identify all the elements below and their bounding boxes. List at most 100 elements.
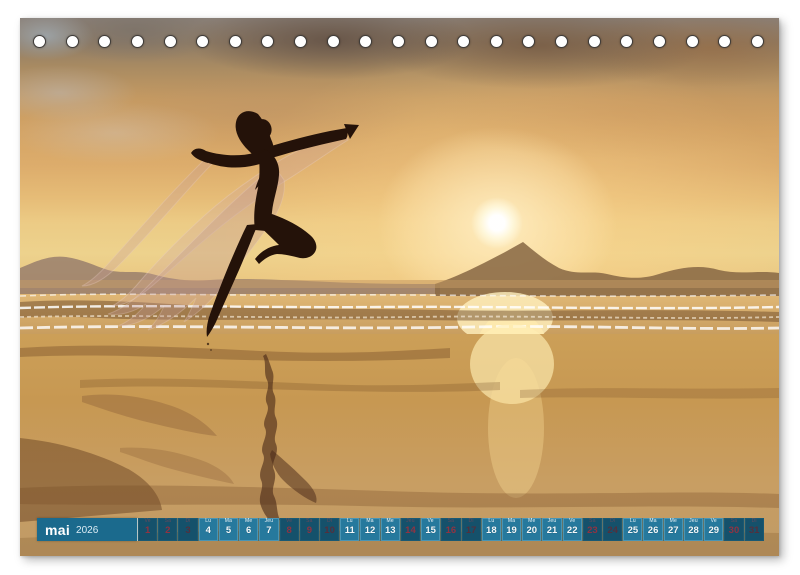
day-number: 11 bbox=[345, 525, 355, 536]
binding-hole bbox=[261, 35, 274, 48]
calendar-day-25: Lu25 bbox=[623, 518, 642, 541]
binding-hole bbox=[131, 35, 144, 48]
calendar-day-13: Me13 bbox=[381, 518, 400, 541]
day-of-week-label: Di bbox=[752, 518, 757, 525]
day-of-week-label: Jeu bbox=[548, 518, 557, 525]
day-of-week-label: Me bbox=[245, 518, 252, 525]
binding-hole bbox=[164, 35, 177, 48]
binding-hole bbox=[588, 35, 601, 48]
binding-hole bbox=[751, 35, 764, 48]
day-number: 14 bbox=[405, 525, 416, 536]
day-of-week-label: Di bbox=[185, 518, 190, 525]
day-number: 9 bbox=[307, 525, 312, 536]
day-of-week-label: Ma bbox=[649, 518, 656, 525]
day-number: 15 bbox=[425, 525, 436, 536]
day-of-week-label: Di bbox=[469, 518, 474, 525]
calendar-day-16: Sa16 bbox=[441, 518, 460, 541]
day-number: 10 bbox=[324, 525, 335, 536]
binding-hole bbox=[620, 35, 633, 48]
calendar-day-12: Ma12 bbox=[360, 518, 379, 541]
calendar-day-1: Ve1 bbox=[138, 518, 157, 541]
calendar-day-3: Di3 bbox=[178, 518, 197, 541]
day-number: 12 bbox=[365, 525, 376, 536]
day-of-week-label: Me bbox=[670, 518, 677, 525]
calendar-day-28: Jeu28 bbox=[684, 518, 703, 541]
calendar-days: Ve1Sa2Di3Lu4Ma5Me6Jeu7Ve8Sa9Di10Lu11Ma12… bbox=[137, 518, 764, 541]
day-number: 23 bbox=[587, 525, 598, 536]
calendar-day-2: Sa2 bbox=[158, 518, 177, 541]
month-box: mai 2026 bbox=[37, 518, 137, 541]
day-number: 16 bbox=[446, 525, 457, 536]
binding-hole bbox=[392, 35, 405, 48]
binding-hole bbox=[66, 35, 79, 48]
day-of-week-label: Ve bbox=[144, 518, 150, 525]
day-number: 30 bbox=[729, 525, 740, 536]
day-of-week-label: Lu bbox=[347, 518, 353, 525]
calendar-day-8: Ve8 bbox=[280, 518, 299, 541]
day-of-week-label: Ve bbox=[286, 518, 292, 525]
day-number: 8 bbox=[286, 525, 291, 536]
day-number: 17 bbox=[466, 525, 477, 536]
calendar-day-7: Jeu7 bbox=[259, 518, 278, 541]
calendar-day-21: Jeu21 bbox=[542, 518, 561, 541]
binding-hole bbox=[425, 35, 438, 48]
calendar-day-31: Di31 bbox=[745, 518, 764, 541]
binding-hole bbox=[686, 35, 699, 48]
day-of-week-label: Ma bbox=[366, 518, 373, 525]
day-of-week-label: Ve bbox=[569, 518, 575, 525]
day-number: 4 bbox=[206, 525, 211, 536]
binding-hole bbox=[457, 35, 470, 48]
day-number: 18 bbox=[486, 525, 497, 536]
beach-scene bbox=[20, 18, 779, 556]
day-of-week-label: Ve bbox=[428, 518, 434, 525]
binding-hole bbox=[98, 35, 111, 48]
calendar-day-11: Lu11 bbox=[340, 518, 359, 541]
calendar-day-29: Ve29 bbox=[704, 518, 723, 541]
calendar-day-23: Sa23 bbox=[583, 518, 602, 541]
calendar-day-6: Me6 bbox=[239, 518, 258, 541]
calendar-sheet: mai 2026 Ve1Sa2Di3Lu4Ma5Me6Jeu7Ve8Sa9Di1… bbox=[20, 18, 779, 556]
day-number: 3 bbox=[185, 525, 190, 536]
calendar-day-15: Ve15 bbox=[421, 518, 440, 541]
day-of-week-label: Jeu bbox=[406, 518, 415, 525]
day-number: 7 bbox=[266, 525, 271, 536]
calendar-day-24: Di24 bbox=[603, 518, 622, 541]
day-of-week-label: Sa bbox=[589, 518, 596, 525]
day-of-week-label: Ma bbox=[508, 518, 515, 525]
day-number: 20 bbox=[526, 525, 537, 536]
day-of-week-label: Di bbox=[610, 518, 615, 525]
binding-hole bbox=[490, 35, 503, 48]
day-of-week-label: Ve bbox=[711, 518, 717, 525]
binding-holes bbox=[33, 34, 764, 48]
binding-hole bbox=[294, 35, 307, 48]
day-of-week-label: Ma bbox=[225, 518, 232, 525]
day-number: 13 bbox=[385, 525, 396, 536]
day-number: 19 bbox=[506, 525, 517, 536]
calendar-day-30: Sa30 bbox=[724, 518, 743, 541]
binding-hole bbox=[33, 35, 46, 48]
day-of-week-label: Me bbox=[387, 518, 394, 525]
day-of-week-label: Me bbox=[528, 518, 535, 525]
day-number: 1 bbox=[145, 525, 150, 536]
calendar-day-19: Ma19 bbox=[502, 518, 521, 541]
day-number: 31 bbox=[749, 525, 760, 536]
day-number: 21 bbox=[547, 525, 558, 536]
day-number: 5 bbox=[226, 525, 231, 536]
calendar-bar: mai 2026 Ve1Sa2Di3Lu4Ma5Me6Jeu7Ve8Sa9Di1… bbox=[37, 518, 764, 541]
day-of-week-label: Sa bbox=[165, 518, 172, 525]
day-of-week-label: Di bbox=[327, 518, 332, 525]
calendar-day-17: Di17 bbox=[462, 518, 481, 541]
calendar-day-18: Lu18 bbox=[482, 518, 501, 541]
binding-hole bbox=[327, 35, 340, 48]
day-of-week-label: Lu bbox=[488, 518, 494, 525]
day-of-week-label: Sa bbox=[448, 518, 455, 525]
binding-hole bbox=[196, 35, 209, 48]
calendar-day-26: Ma26 bbox=[643, 518, 662, 541]
day-number: 24 bbox=[607, 525, 618, 536]
day-of-week-label: Jeu bbox=[689, 518, 698, 525]
month-label: mai bbox=[45, 523, 70, 537]
binding-hole bbox=[555, 35, 568, 48]
binding-hole bbox=[522, 35, 535, 48]
binding-hole bbox=[653, 35, 666, 48]
day-of-week-label: Lu bbox=[205, 518, 211, 525]
